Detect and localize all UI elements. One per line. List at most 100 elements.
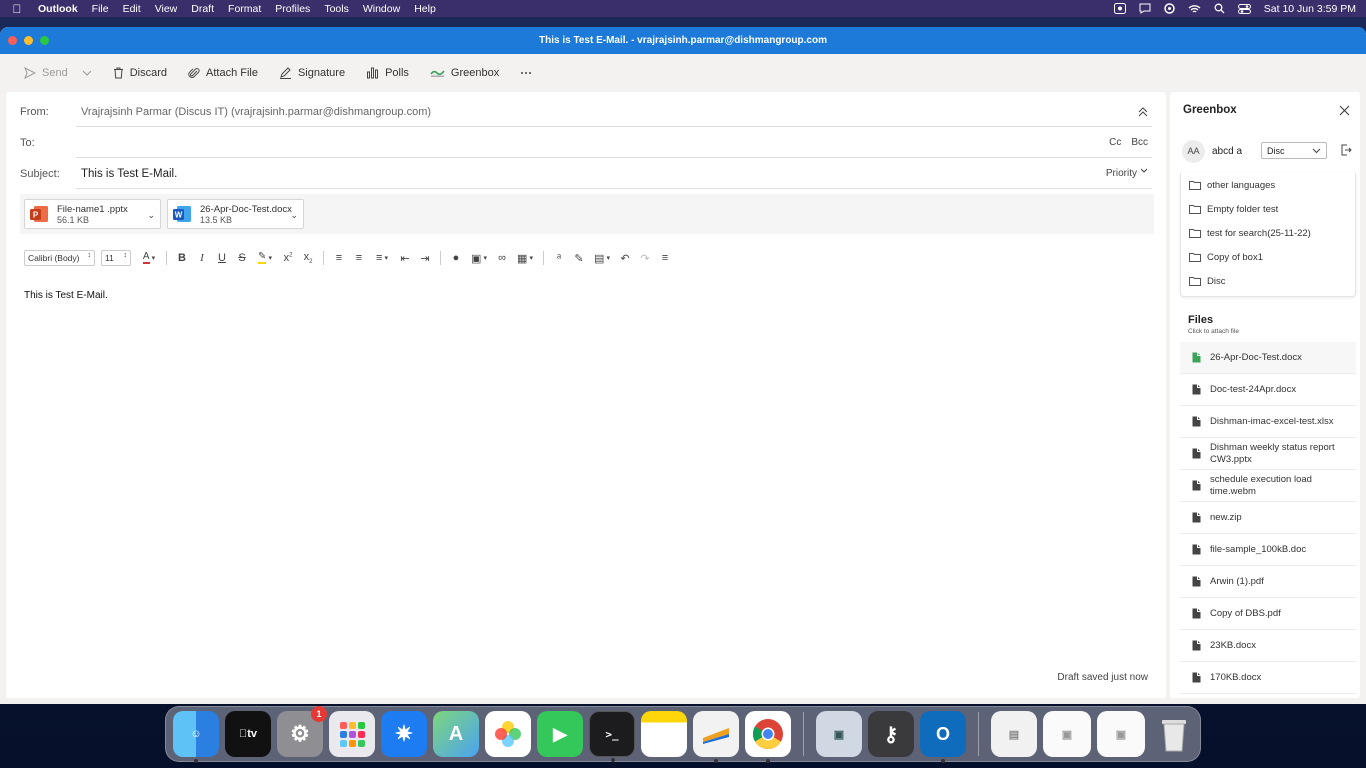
apple-icon[interactable]:  [10, 2, 24, 16]
dock-preview[interactable]: ▣ [816, 711, 862, 757]
polls-button[interactable]: Polls [366, 67, 409, 79]
wifi-icon[interactable] [1188, 4, 1201, 14]
menu-window[interactable]: Window [363, 3, 400, 15]
dock-trash[interactable] [1151, 711, 1197, 757]
dock-recent-window[interactable]: ▣ [1043, 711, 1091, 757]
folder-item[interactable]: Disc [1181, 269, 1355, 293]
zoom-window-button[interactable] [40, 36, 49, 45]
redo-button[interactable]: ↷ [635, 248, 655, 268]
message-body[interactable]: This is Test E-Mail. [24, 290, 108, 301]
dock-photos[interactable] [485, 711, 531, 757]
format-painter-button[interactable]: ✎ [569, 248, 589, 268]
dock-finder[interactable]: ☺ [173, 711, 219, 763]
file-item[interactable]: 170KB.docx [1180, 662, 1356, 694]
file-item[interactable]: 23KB.docx [1180, 630, 1356, 662]
menu-file[interactable]: File [92, 3, 109, 15]
file-item[interactable]: file-sample_100kB.doc [1180, 534, 1356, 566]
dock-keychain[interactable]: ⚷ [868, 711, 914, 757]
attachment-menu-chevron-icon[interactable]: ⌄ [290, 210, 298, 221]
control-center-icon[interactable] [1237, 3, 1251, 14]
dock-notes[interactable] [641, 711, 687, 757]
dock-document[interactable]: ▤ [991, 711, 1037, 757]
bcc-button[interactable]: Bcc [1131, 137, 1148, 148]
file-item[interactable]: new.zip [1180, 502, 1356, 534]
dock-app-store[interactable]: A [433, 711, 479, 757]
clock[interactable]: Sat 10 Jun 3:59 PM [1264, 3, 1356, 15]
priority-button[interactable]: Priority [1106, 168, 1148, 179]
attachment-menu-chevron-icon[interactable]: ⌄ [147, 210, 155, 221]
insert-table-button[interactable]: ▦ ▾ [512, 248, 538, 268]
font-name-select[interactable]: Calibri (Body) ↕ [24, 250, 95, 266]
file-item[interactable]: 26-Apr-Doc-Test.docx [1180, 342, 1356, 374]
attachment-item[interactable]: W 26-Apr-Doc-Test.docx 13.5 KB ⌄ [167, 199, 304, 229]
dock-facetime[interactable]: ▶ [537, 711, 583, 757]
align-button[interactable]: ≡ ▾ [369, 248, 395, 268]
menu-edit[interactable]: Edit [123, 3, 141, 15]
chevron-down-icon[interactable] [82, 70, 92, 77]
bold-button[interactable]: B [172, 248, 192, 268]
undo-button[interactable]: ↶ [615, 248, 635, 268]
google-drive-icon[interactable] [1164, 3, 1175, 14]
insert-picture-button[interactable]: ▣ ▾ [466, 248, 492, 268]
signature-button[interactable]: Signature [279, 67, 345, 79]
italic-button[interactable]: I [192, 248, 212, 268]
numbering-button[interactable]: ≡ [349, 248, 369, 268]
file-item[interactable]: Arwin (1).pdf [1180, 566, 1356, 598]
menu-tools[interactable]: Tools [324, 3, 349, 15]
dictate-button[interactable]: ● [446, 248, 466, 268]
menu-app-outlook[interactable]: Outlook [38, 3, 78, 15]
minimize-window-button[interactable] [24, 36, 33, 45]
underline-button[interactable]: U [212, 248, 232, 268]
menu-profiles[interactable]: Profiles [275, 3, 310, 15]
menu-view[interactable]: View [155, 3, 178, 15]
file-item[interactable]: Doc-test-24Apr.docx [1180, 374, 1356, 406]
highlight-button[interactable]: ✎ ▾ [252, 248, 278, 268]
logout-icon[interactable] [1340, 144, 1352, 156]
dock-outlook[interactable]: O [920, 711, 966, 763]
dock-terminal[interactable]: >_ [589, 711, 635, 762]
close-window-button[interactable] [8, 36, 17, 45]
subscript-button[interactable]: x2 [298, 248, 318, 268]
cc-button[interactable]: Cc [1109, 137, 1121, 148]
file-item[interactable]: Copy of DBS.pdf [1180, 598, 1356, 630]
greenbox-button[interactable]: Greenbox [430, 67, 499, 79]
discard-button[interactable]: Discard [113, 67, 167, 79]
spelling-button[interactable]: ᵃ [549, 248, 569, 268]
font-size-select[interactable]: 11 ↕ [101, 250, 131, 266]
dock-chrome[interactable] [745, 711, 791, 763]
file-item[interactable]: Dishman-imac-excel-test.xlsx [1180, 406, 1356, 438]
superscript-button[interactable]: x2 [278, 248, 298, 268]
menu-help[interactable]: Help [414, 3, 436, 15]
font-color-button[interactable]: A ▾ [137, 248, 161, 268]
dock-apple-tv[interactable]: tv [225, 711, 271, 757]
dock-greenbox[interactable] [693, 711, 739, 763]
decrease-indent-button[interactable]: ⇤ [395, 248, 415, 268]
more-formatting-button[interactable]: ≡ [655, 248, 675, 268]
close-icon[interactable] [1339, 105, 1350, 116]
dock-system-settings[interactable]: ⚙ 1 [277, 706, 327, 757]
more-options-button[interactable] [520, 71, 532, 75]
insert-link-button[interactable]: ∞ [492, 248, 512, 268]
folder-item[interactable]: test for search(25-11-22) [1181, 221, 1355, 245]
box-select[interactable]: Disc [1261, 142, 1327, 159]
send-button[interactable]: Send [24, 67, 92, 79]
dock-safari[interactable]: ✷ [381, 711, 427, 757]
collapse-header-button[interactable] [1138, 106, 1148, 117]
to-input[interactable] [81, 133, 1152, 153]
chat-icon[interactable] [1139, 3, 1151, 14]
folder-item[interactable]: Empty folder test [1181, 197, 1355, 221]
strikethrough-button[interactable]: S [232, 248, 252, 268]
screen-share-icon[interactable] [1113, 3, 1126, 14]
file-item[interactable]: Dishman weekly status report CW3.pptx [1180, 438, 1356, 470]
increase-indent-button[interactable]: ⇥ [415, 248, 435, 268]
dock-recent-window[interactable]: ▣ [1097, 711, 1145, 757]
file-item[interactable]: schedule execution load time.webm [1180, 470, 1356, 502]
folder-item[interactable]: other languages [1181, 173, 1355, 197]
menu-format[interactable]: Format [228, 3, 261, 15]
paste-button[interactable]: ▤ ▾ [589, 248, 615, 268]
spotlight-search-icon[interactable] [1214, 3, 1225, 14]
menu-draft[interactable]: Draft [191, 3, 214, 15]
from-field[interactable]: Vrajrajsinh Parmar (Discus IT) (vrajrajs… [81, 106, 431, 118]
attach-file-button[interactable]: Attach File [188, 67, 258, 79]
bullets-button[interactable]: ≡ [329, 248, 349, 268]
